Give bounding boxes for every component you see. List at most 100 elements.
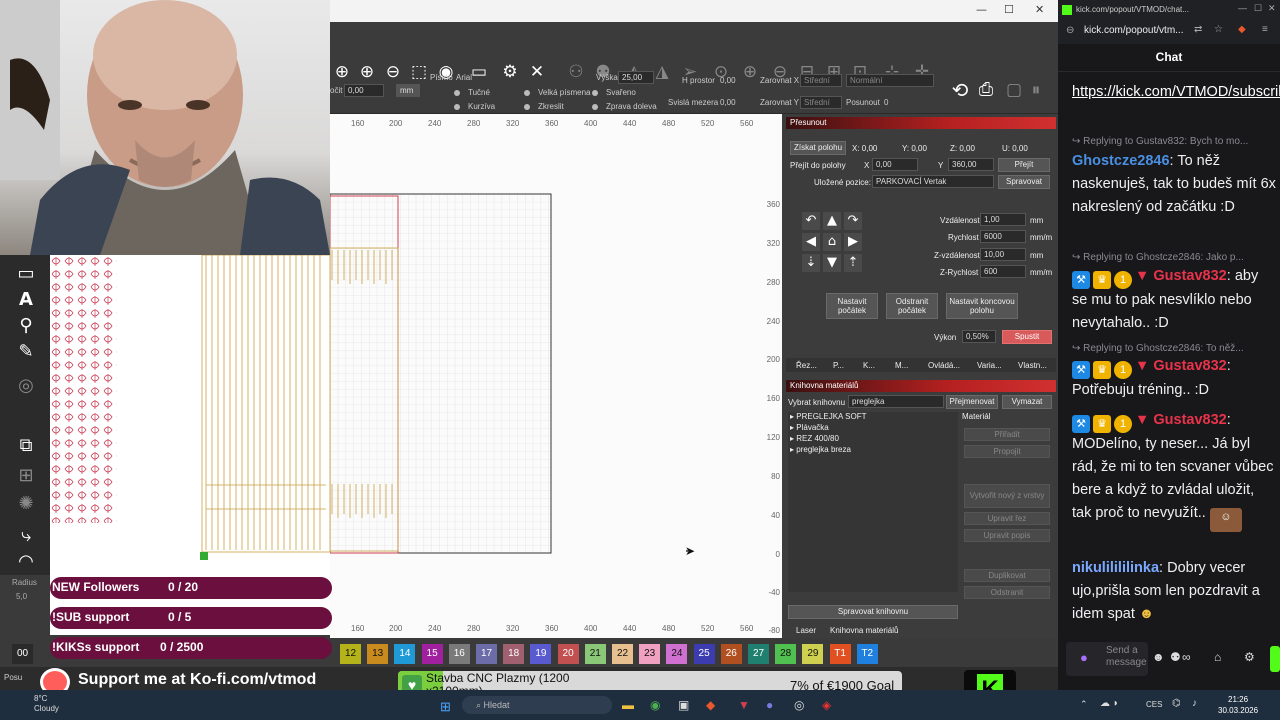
chat-tab-title[interactable]: kick.com/popout/VTMOD/chat... (1076, 5, 1189, 14)
circular-array-icon[interactable]: ✺ (15, 493, 37, 515)
mirror-icon[interactable]: ◮ (652, 62, 672, 82)
hspace-value[interactable]: 0,00 (720, 76, 736, 85)
arrow-up-icon[interactable]: ▲ (823, 212, 841, 230)
close-button[interactable]: ✕ (1035, 3, 1044, 16)
delete-library-button[interactable]: Vymazat (1002, 395, 1052, 409)
tab-material-library[interactable]: Knihovna materiálů (830, 626, 898, 635)
corner-tool-icon[interactable]: ◠ (15, 551, 37, 573)
fire-button[interactable]: Spustit (1002, 330, 1052, 344)
start-icon[interactable]: ⊞ (440, 699, 451, 715)
network-icon[interactable]: ⌬ (1172, 698, 1181, 709)
power-field[interactable]: 0,50% (962, 330, 996, 343)
chat-username[interactable]: Gustav832 (1153, 358, 1226, 374)
tree-item[interactable]: ▸ REZ 400/80 (790, 434, 839, 443)
get-position-button[interactable]: Získat polohu (790, 141, 846, 155)
chat-url[interactable]: kick.com/popout/vtm... (1084, 25, 1183, 36)
discord-icon[interactable]: ● (766, 698, 773, 712)
height-field[interactable]: 25,00 (618, 71, 654, 84)
layer-chip[interactable]: 18 (503, 644, 525, 664)
unit-toggle[interactable]: mm (396, 84, 420, 97)
uppercase-option[interactable]: Velká písmena (524, 88, 590, 97)
message-input[interactable]: ● Send a message (1066, 642, 1148, 676)
obs-icon[interactable]: ◎ (794, 698, 804, 712)
rtl-option[interactable]: Zprava doleva (592, 102, 657, 111)
edit-description-button[interactable]: Upravit popis (964, 529, 1050, 542)
normal-select[interactable]: Normální (846, 74, 934, 87)
layer-chip[interactable]: 28 (775, 644, 797, 664)
language-indicator[interactable]: CES (1146, 700, 1162, 709)
welded-option[interactable]: Svařeno (592, 88, 636, 97)
radius-value[interactable]: 5,0 (16, 592, 27, 601)
duplicate-button[interactable]: Duplikovat (964, 569, 1050, 582)
layer-chip[interactable]: 29 (802, 644, 824, 664)
rectangle-tool-icon[interactable]: ▭ (15, 263, 37, 285)
tab-control[interactable]: Ovládá... (928, 361, 960, 370)
chat-settings-icon[interactable]: ⚙ (1244, 650, 1255, 664)
send-button[interactable] (1270, 646, 1280, 672)
assign-button[interactable]: Přiřadit (964, 428, 1050, 441)
offset-tool-icon[interactable]: ◎ (15, 375, 37, 397)
bold-option[interactable]: Tučné (454, 88, 490, 97)
saved-positions-select[interactable]: PARKOVACÍ Vertak (872, 175, 994, 188)
position-pin-icon[interactable]: ⚲ (15, 315, 37, 337)
tab-properties[interactable]: Vlastn... (1018, 361, 1047, 370)
layer-chip[interactable]: 27 (748, 644, 769, 664)
font-value[interactable]: Arial (456, 73, 472, 82)
italic-option[interactable]: Kurzíva (454, 102, 495, 111)
chrome-icon[interactable]: ◉ (650, 698, 660, 712)
brave-shield-icon[interactable]: ◆ (1238, 24, 1246, 35)
manage-library-button[interactable]: Spravovat knihovnu (788, 605, 958, 619)
chat-maximize[interactable]: ☐ (1254, 3, 1262, 14)
set-end-position-button[interactable]: Nastavit koncovou polohu (946, 293, 1018, 319)
app-icon[interactable]: ▣ (678, 698, 689, 712)
tray-chevron-icon[interactable]: ⌃ (1080, 699, 1088, 710)
chat-username[interactable]: Gustav832 (1153, 268, 1226, 284)
layer-chip[interactable]: 20 (557, 644, 579, 664)
subscribe-link[interactable]: https://kick.com/VTMOD/subscribe (1072, 81, 1280, 104)
group-icon[interactable]: ⚇ (566, 62, 586, 82)
align-icon[interactable]: ⊕ (740, 62, 760, 82)
arrow-down-icon[interactable]: ▼ (823, 254, 841, 272)
alignx-select[interactable]: Střední (800, 74, 842, 87)
set-origin-button[interactable]: Nastavit počátek (826, 293, 878, 319)
layer-chip[interactable]: 13 (367, 644, 389, 664)
offset-value[interactable]: 0 (884, 98, 888, 107)
distance-field[interactable]: 1,00 (980, 213, 1026, 226)
create-from-layer-button[interactable]: Vytvořit nový z vrstvy (964, 484, 1050, 508)
measure-tool-icon[interactable]: ✎ (15, 341, 37, 363)
zoom-in-icon[interactable]: ⊕ (357, 62, 377, 82)
volume-icon[interactable]: ♪ (1192, 698, 1197, 709)
store-icon[interactable]: ⌂ (1214, 650, 1221, 664)
frame-select-icon[interactable]: ⬚ (409, 62, 429, 82)
path-tool-icon[interactable]: ⤷ (15, 525, 37, 547)
z-distance-field[interactable]: 10,00 (980, 248, 1026, 261)
link-button[interactable]: Propojit (964, 445, 1050, 458)
print-icon[interactable]: ⎙ (976, 80, 996, 100)
taskbar-search[interactable]: ⌕ Hledat (462, 696, 612, 714)
rename-library-button[interactable]: Přejmenovat (946, 395, 998, 409)
layer-chip[interactable]: 26 (720, 644, 742, 664)
infinity-icon[interactable]: ∞ (1182, 650, 1191, 664)
tree-item[interactable]: ▸ PREGLEJKA SOFT (790, 412, 867, 421)
mic-icon[interactable]: ● (1080, 650, 1088, 665)
site-info-icon[interactable]: ⊖ (1066, 25, 1074, 36)
reload-icon[interactable]: ⟲ (950, 80, 970, 100)
chat-username[interactable]: Ghostcze2846 (1072, 153, 1170, 169)
arrow-left-icon[interactable]: ◀ (802, 233, 820, 251)
chat-minimize[interactable]: — (1238, 3, 1247, 13)
rotate-cw-icon[interactable]: ↷ (844, 212, 862, 230)
rotate-ccw-icon[interactable]: ↶ (802, 212, 820, 230)
users-icon[interactable]: ⚉ (1170, 650, 1181, 664)
layer-chip[interactable]: 17 (476, 644, 497, 664)
speed-field[interactable]: 6000 (980, 230, 1026, 243)
tree-item[interactable]: ▸ Plávačka (790, 423, 829, 432)
stop-icon[interactable]: ▢ (1004, 80, 1024, 100)
chat-username[interactable]: nikulilililinka (1072, 560, 1159, 576)
remove-origin-button[interactable]: Odstranit počátek (886, 293, 938, 319)
layer-chip[interactable]: 00 (12, 644, 33, 664)
lightburn-icon[interactable]: ◈ (822, 698, 831, 712)
minimize-button[interactable]: — (976, 3, 987, 16)
remove-button[interactable]: Odstranit (964, 586, 1050, 599)
edit-cut-button[interactable]: Upravit řez (964, 512, 1050, 525)
layer-chip[interactable]: T2 (856, 644, 878, 664)
